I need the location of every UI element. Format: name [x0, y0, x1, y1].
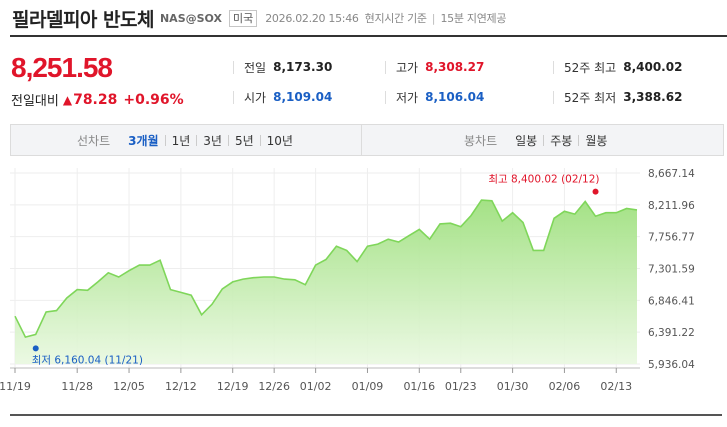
- high-marker: [592, 188, 599, 195]
- x-tick-label: 12/19: [217, 380, 249, 393]
- x-tick-label: 01/09: [352, 380, 384, 393]
- stat-divider: [553, 60, 554, 74]
- price-chart[interactable]: 8,667.14 8,211.96 7,756.77 7,301.59 6,846.41…: [0, 156, 727, 414]
- low-marker: [32, 345, 39, 352]
- bottom-divider: [10, 414, 722, 416]
- stat-divider: [385, 60, 386, 74]
- price-area: [15, 200, 637, 364]
- stat-divider: [553, 90, 554, 104]
- tab-3-years[interactable]: 3년: [197, 132, 228, 149]
- y-tick-label: 6,391.22: [648, 327, 695, 339]
- tab-10-years[interactable]: 10년: [261, 132, 299, 149]
- change-value: 78.28: [73, 91, 118, 108]
- x-tick-label: 01/23: [445, 380, 477, 393]
- tab-1-year[interactable]: 1년: [166, 132, 197, 149]
- x-tick-label: 01/30: [497, 380, 529, 393]
- stat-label: 전일: [244, 60, 267, 75]
- stat-52w-low: 52주 최저 3,388.62: [553, 88, 682, 106]
- stat-label: 52주 최고: [564, 60, 617, 75]
- ticker-symbol: NAS@SOX: [159, 11, 222, 25]
- y-tick-label: 8,211.96: [648, 200, 695, 212]
- current-price: 8,251.58: [11, 52, 113, 83]
- stat-prev-close: 전일 8,173.30: [233, 58, 332, 76]
- stat-value: 8,173.30: [273, 60, 333, 74]
- quote-datetime: 2026.02.20 15:46: [265, 11, 359, 25]
- y-tick-label: 5,936.04: [648, 359, 695, 371]
- line-chart-tabs: 선차트 3개월 1년 3년 5년 10년: [77, 125, 299, 155]
- stat-divider: [233, 90, 234, 104]
- tab-3-months[interactable]: 3개월: [122, 132, 164, 149]
- x-tick-label: 02/13: [600, 380, 632, 393]
- stat-low: 저가 8,106.04: [385, 88, 484, 106]
- y-tick-label: 7,301.59: [648, 264, 695, 276]
- stat-label: 시가: [244, 90, 267, 105]
- y-axis-labels: 8,667.14 8,211.96 7,756.77 7,301.59 6,846.41…: [648, 168, 695, 371]
- x-tick-label: 12/05: [113, 380, 145, 393]
- tab-monthly-candle[interactable]: 월봉: [579, 132, 613, 149]
- stat-52w-high: 52주 최고 8,400.02: [553, 58, 682, 76]
- stat-label: 저가: [396, 90, 419, 105]
- high-annotation: 최고 8,400.02 (02/12): [488, 174, 599, 186]
- tab-group-divider: [361, 125, 362, 155]
- x-tick-label: 01/02: [300, 380, 332, 393]
- stat-open: 시가 8,109.04: [233, 88, 332, 106]
- chart-period-bar: 선차트 3개월 1년 3년 5년 10년 봉차트 일봉 주봉 월봉: [10, 124, 724, 156]
- y-tick-label: 8,667.14: [648, 168, 695, 180]
- stat-high: 고가 8,308.27: [385, 58, 484, 76]
- stat-value: 8,308.27: [425, 60, 485, 74]
- stat-label: 52주 최저: [564, 90, 617, 105]
- x-tick-label: 12/26: [258, 380, 290, 393]
- stat-divider: [233, 60, 234, 74]
- stat-label: 고가: [396, 60, 419, 75]
- header-separator: |: [431, 11, 436, 25]
- x-axis-labels: 11/19 11/28 12/05 12/12 12/19 12/26 01/02 01/09…: [0, 368, 632, 393]
- y-tick-label: 6,846.41: [648, 295, 695, 307]
- candle-chart-tabs: 봉차트 일봉 주봉 월봉: [464, 125, 613, 155]
- candle-chart-label: 봉차트: [464, 133, 498, 148]
- time-basis: 현지시간 기준: [364, 12, 427, 25]
- low-annotation: 최저 6,160.04 (11/21): [32, 354, 143, 366]
- market-badge: 미국: [228, 9, 258, 27]
- change-row: 전일대비 ▲ 78.28 +0.96%: [11, 90, 184, 110]
- change-percent: +0.96%: [123, 91, 184, 108]
- change-label: 전일대비: [11, 94, 59, 109]
- tab-daily-candle[interactable]: 일봉: [509, 132, 543, 149]
- x-tick-label: 11/28: [61, 380, 93, 393]
- x-tick-label: 12/12: [165, 380, 197, 393]
- stat-value: 8,106.04: [425, 90, 485, 104]
- stat-value: 8,400.02: [623, 60, 683, 74]
- tab-5-years[interactable]: 5년: [229, 132, 260, 149]
- stat-divider: [385, 90, 386, 104]
- up-triangle-icon: ▲: [62, 92, 73, 107]
- x-tick-label: 01/16: [403, 380, 435, 393]
- tab-weekly-candle[interactable]: 주봉: [544, 132, 578, 149]
- stat-value: 8,109.04: [273, 90, 333, 104]
- delay-note: 15분 지연제공: [440, 12, 507, 25]
- stock-name: 필라델피아 반도체: [12, 8, 154, 31]
- x-tick-label: 11/19: [0, 380, 31, 393]
- x-tick-label: 02/06: [549, 380, 581, 393]
- y-tick-label: 7,756.77: [648, 232, 695, 244]
- title-row: 필라델피아 반도체 NAS@SOX 미국 2026.02.20 15:46 현지…: [12, 4, 506, 32]
- line-chart-label: 선차트: [77, 133, 111, 148]
- stat-value: 3,388.62: [623, 90, 683, 104]
- header-divider: [10, 35, 727, 37]
